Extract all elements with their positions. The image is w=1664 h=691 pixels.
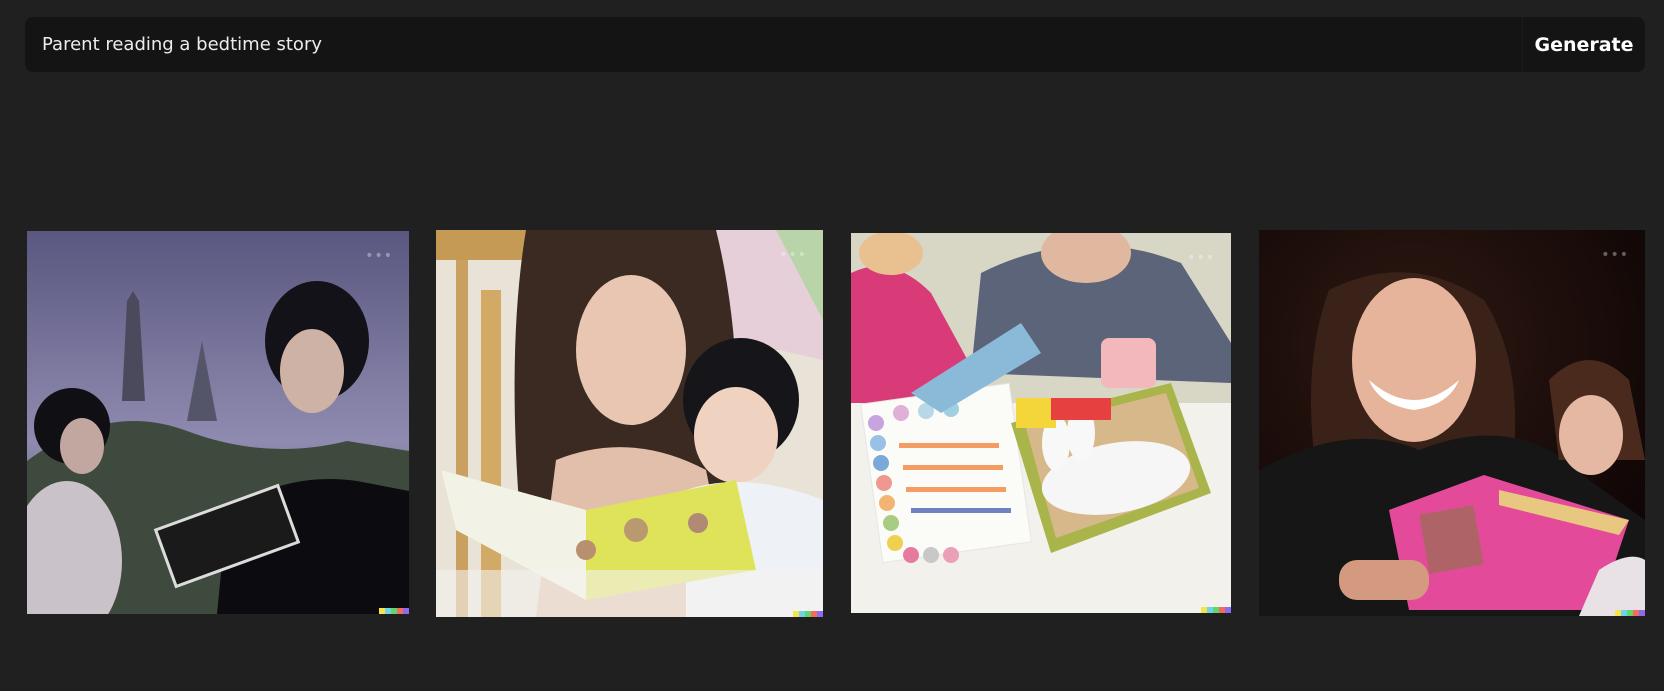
result-image-1[interactable]: •••	[27, 231, 409, 614]
watermark-icon	[379, 608, 409, 614]
watermark-icon	[1615, 610, 1645, 616]
generated-image-2-icon	[436, 230, 823, 617]
result-image-3[interactable]: •••	[851, 233, 1231, 613]
generated-image-3-icon	[851, 233, 1231, 613]
generate-button[interactable]: Generate	[1523, 17, 1645, 72]
prompt-input[interactable]	[25, 17, 1520, 72]
watermark-icon	[1201, 607, 1231, 613]
watermark-icon	[793, 611, 823, 617]
more-options-icon[interactable]: •••	[1187, 251, 1215, 265]
more-options-icon[interactable]: •••	[779, 248, 807, 262]
generated-image-1-icon	[27, 231, 409, 614]
generated-image-4-icon	[1259, 230, 1645, 616]
result-image-4[interactable]: •••	[1259, 230, 1645, 616]
prompt-bar: Generate	[25, 17, 1645, 72]
result-image-2[interactable]: •••	[436, 230, 823, 617]
more-options-icon[interactable]: •••	[1601, 248, 1629, 262]
more-options-icon[interactable]: •••	[365, 249, 393, 263]
